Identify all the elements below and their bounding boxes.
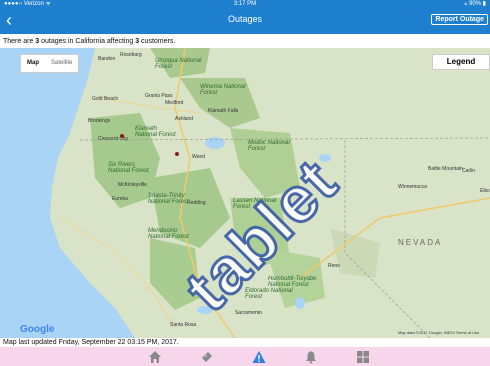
warning-icon[interactable] bbox=[252, 350, 266, 364]
place-label: Ashland bbox=[175, 116, 194, 122]
page-title: Outages bbox=[227, 14, 263, 24]
place-label: Bandon bbox=[98, 56, 116, 62]
google-logo: Google bbox=[20, 324, 55, 335]
tab-bar bbox=[0, 347, 490, 366]
place-label: Weed bbox=[192, 154, 205, 160]
place-label: Battle Mountain bbox=[428, 166, 463, 172]
forest-label: Humboldt-Toiyabe National Forest bbox=[268, 276, 317, 288]
forest-label: Umpqua National Forest bbox=[155, 58, 202, 70]
legend-button[interactable]: Legend bbox=[432, 54, 490, 70]
outage-marker[interactable] bbox=[175, 152, 179, 156]
place-label: Gold Beach bbox=[92, 96, 119, 102]
last-updated-text: Map last updated Friday, September 22 03… bbox=[3, 339, 179, 346]
outage-map[interactable]: Roseburg Bandon Gold Beach Grants Pass M… bbox=[0, 48, 490, 338]
home-icon[interactable] bbox=[148, 350, 162, 364]
place-label: Klamath Falls bbox=[208, 108, 239, 114]
place-label: Brookings bbox=[88, 118, 111, 124]
map-type-map[interactable]: Map bbox=[21, 55, 45, 72]
map-attribution[interactable]: Map data ©2017 Google, INEGI Terms of Us… bbox=[398, 330, 479, 335]
forest-label: Six Rivers National Forest bbox=[108, 162, 149, 174]
forest-label: Winema National Forest bbox=[200, 84, 246, 96]
forest-label: Shasta-Trinity National Forest bbox=[148, 193, 189, 205]
map-type-toggle: Map Satellite bbox=[20, 54, 80, 73]
place-label: Elko bbox=[480, 188, 490, 194]
forest-label: Mendocino National Forest bbox=[148, 228, 189, 240]
battery-indicator: ⁎ 90% ▮ bbox=[464, 1, 486, 7]
bell-icon[interactable] bbox=[304, 350, 318, 364]
forest-label: Modoc National Forest bbox=[248, 140, 290, 152]
map-type-satellite[interactable]: Satellite bbox=[45, 55, 78, 72]
outage-summary: There are 3 outages in California affect… bbox=[3, 38, 175, 45]
forest-label: Klamath National Forest bbox=[135, 126, 176, 138]
place-label: Eureka bbox=[112, 196, 128, 202]
place-label: Roseburg bbox=[120, 52, 142, 58]
place-label: Grants Pass bbox=[145, 93, 173, 99]
grid-icon[interactable] bbox=[356, 350, 370, 364]
place-label: Medford bbox=[165, 100, 184, 106]
status-time: 3:17 PM bbox=[233, 1, 257, 7]
status-bar: ●●●●○ Verizon ᯤ 3:17 PM ⁎ 90% ▮ bbox=[0, 0, 490, 8]
place-label: Winnemucca bbox=[398, 184, 427, 190]
summary-suffix: customers. bbox=[139, 38, 176, 45]
ticket-icon[interactable] bbox=[200, 350, 214, 364]
report-outage-button[interactable]: Report Outage bbox=[431, 14, 488, 25]
place-label: McKinleyville bbox=[118, 182, 147, 188]
nav-bar: ‹ Outages Report Outage bbox=[0, 8, 490, 34]
summary-middle: outages in California affecting bbox=[39, 38, 136, 45]
place-label: Sacramento bbox=[235, 310, 262, 316]
summary-prefix: There are bbox=[3, 38, 36, 45]
state-label: NEVADA bbox=[398, 238, 443, 247]
place-label: Santa Rosa bbox=[170, 322, 197, 328]
outage-marker[interactable] bbox=[120, 134, 124, 138]
place-label: Carlin bbox=[462, 168, 476, 174]
place-label: Reno bbox=[328, 263, 340, 269]
